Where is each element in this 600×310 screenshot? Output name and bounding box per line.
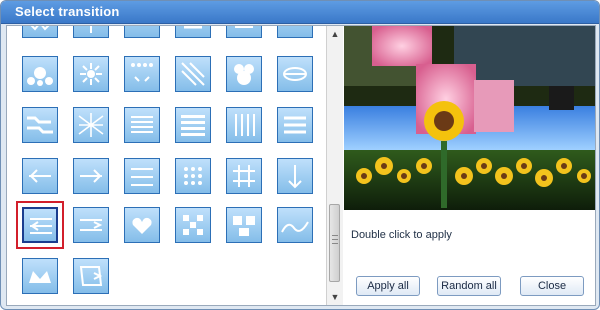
- heart-transition-icon[interactable]: [124, 207, 160, 243]
- diagonal-transition-icon[interactable]: [175, 56, 211, 92]
- arrow-right-transition-icon[interactable]: [73, 158, 109, 194]
- grip-line: [332, 239, 338, 240]
- mouse-transition-icon[interactable]: [226, 56, 262, 92]
- preview-panel: Double click to apply Apply all Random a…: [344, 26, 595, 305]
- preview-scene: [344, 26, 595, 210]
- transition-thumb[interactable]: [73, 26, 109, 38]
- vertical-scrollbar[interactable]: ▲ ▼: [326, 26, 343, 305]
- grip-line: [332, 243, 338, 244]
- transition-list: [7, 26, 327, 305]
- fold-transition-icon[interactable]: [73, 258, 109, 294]
- double-click-hint: Double click to apply: [351, 229, 452, 241]
- grid-dots-transition-icon[interactable]: [175, 158, 211, 194]
- blinds-transition-icon[interactable]: [175, 107, 211, 143]
- scroll-up-icon[interactable]: ▲: [328, 27, 342, 41]
- select-transition-window: Select transition ▲ ▼ Double click to ap…: [0, 0, 600, 310]
- radial-transition-icon[interactable]: [73, 107, 109, 143]
- puzzle-transition-icon[interactable]: [22, 107, 58, 143]
- random-all-button[interactable]: Random all: [437, 276, 501, 296]
- burst-transition-icon[interactable]: [73, 56, 109, 92]
- transition-thumb[interactable]: [22, 26, 58, 38]
- crown-transition-icon[interactable]: [22, 258, 58, 294]
- lines-transition-icon[interactable]: [124, 107, 160, 143]
- grip-line: [332, 235, 338, 236]
- dialog-content: ▲ ▼ Double click to apply Apply all Rand…: [6, 25, 596, 306]
- close-button[interactable]: Close: [520, 276, 584, 296]
- scroll-down-icon[interactable]: ▼: [328, 290, 342, 304]
- vertical-bars-transition-icon[interactable]: [226, 107, 262, 143]
- circle-transition-icon[interactable]: [22, 56, 58, 92]
- tiles-transition-icon[interactable]: [175, 207, 211, 243]
- preview-image: [344, 26, 595, 210]
- arrow-down-transition-icon[interactable]: [277, 158, 313, 194]
- wave-transition-icon[interactable]: [277, 207, 313, 243]
- blocks-transition-icon[interactable]: [226, 207, 262, 243]
- transition-thumb[interactable]: [124, 26, 160, 38]
- transition-thumb[interactable]: [226, 26, 262, 38]
- horizontal-strips-transition-icon[interactable]: [277, 107, 313, 143]
- arrow-left-transition-icon[interactable]: [22, 158, 58, 194]
- grid-transition-icon[interactable]: [226, 158, 262, 194]
- scrollbar-thumb[interactable]: [329, 204, 340, 282]
- stripes-transition-icon[interactable]: [124, 158, 160, 194]
- ellipse-transition-icon[interactable]: [277, 56, 313, 92]
- split-transition-icon[interactable]: [22, 207, 58, 243]
- transition-thumb[interactable]: [277, 26, 313, 38]
- window-title: Select transition: [15, 4, 120, 19]
- dissolve-transition-icon[interactable]: [124, 56, 160, 92]
- title-bar[interactable]: Select transition: [1, 1, 599, 24]
- split-out-transition-icon[interactable]: [73, 207, 109, 243]
- transition-thumb[interactable]: [175, 26, 211, 38]
- apply-all-button[interactable]: Apply all: [356, 276, 420, 296]
